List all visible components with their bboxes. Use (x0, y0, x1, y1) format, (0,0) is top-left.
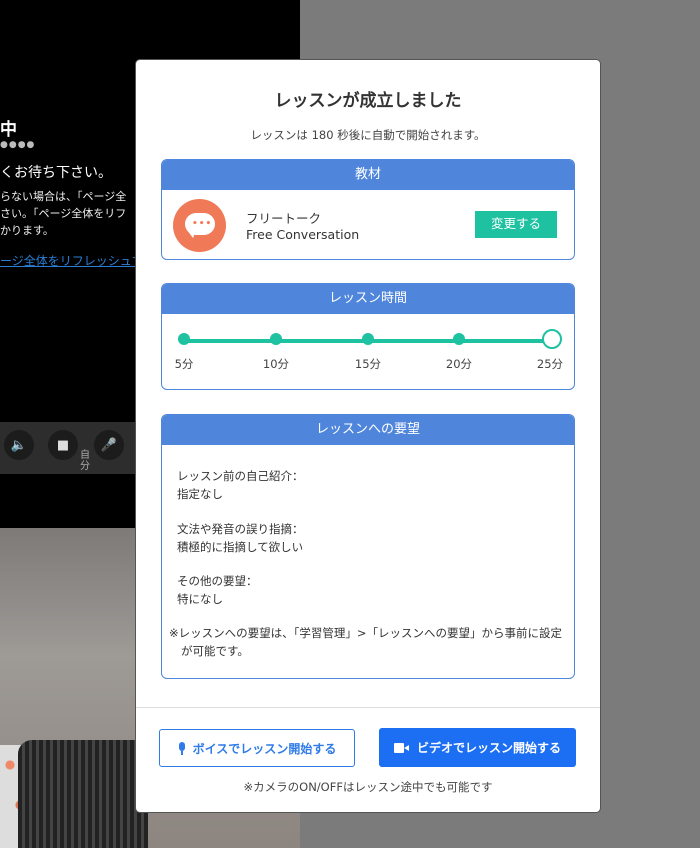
lesson-time-card: レッスン時間 5分 10分 15分 20分 25分 (161, 283, 575, 390)
connection-status-text: 中 (0, 120, 17, 140)
material-name-jp: フリートーク (246, 211, 322, 226)
requests-note-line: ※レッスンへの要望は、「学習管理」>「レッスンへの要望」から事前に設定 (169, 626, 563, 640)
microphone-icon[interactable]: 🎤 (94, 430, 124, 460)
bubble-dots: ••• (192, 219, 213, 229)
slider-handle-selected[interactable] (542, 329, 562, 349)
video-camera-icon (393, 742, 409, 753)
refresh-note: らない場合は、「ページ全 さい。「ページ全体をリフ かります。 (0, 188, 140, 239)
request-answer: 特になし (177, 592, 223, 606)
request-answer: 指定なし (177, 487, 223, 501)
preview-chair (18, 740, 148, 848)
slider-stop-15[interactable] (362, 333, 374, 345)
speech-bubble-icon: ••• (173, 199, 226, 252)
slider-stop-20[interactable] (453, 333, 465, 345)
camera-toggle-note: ※カメラのON/OFFはレッスン途中でも可能です (243, 780, 493, 794)
self-label: 自分 (80, 450, 90, 472)
change-material-button[interactable]: 変更する (475, 211, 557, 238)
lesson-time-header: レッスン時間 (162, 284, 574, 314)
material-card-header: 教材 (162, 160, 574, 190)
request-question: 文法や発音の誤り指摘： (177, 522, 304, 536)
voice-button-label: ボイスでレッスン開始する (192, 741, 337, 756)
dialog-divider (136, 707, 600, 708)
requests-settings-note: ※レッスンへの要望は、「学習管理」>「レッスンへの要望」から事前に設定 が可能で… (169, 624, 569, 660)
request-question: レッスン前の自己紹介： (177, 469, 304, 483)
request-answer: 積極的に指摘して欲しい (177, 540, 304, 554)
material-card: 教材 ••• フリートーク Free Conversation 変更する (161, 159, 575, 260)
microphone-icon (178, 741, 186, 755)
slider-label-5: 5分 (174, 357, 194, 371)
slider-label-15: 15分 (354, 357, 382, 371)
auto-start-countdown: レッスンは 180 秒後に自動で開始されます。 (250, 128, 486, 142)
refresh-page-link[interactable]: ージ全体をリフレッシュす (0, 252, 144, 269)
slider-label-25: 25分 (536, 357, 564, 371)
start-video-lesson-button[interactable]: ビデオでレッスン開始する (379, 728, 576, 767)
lesson-requests-card: レッスンへの要望 レッスン前の自己紹介： 指定なし 文法や発音の誤り指摘： 積極… (161, 414, 575, 679)
bubble-tail (187, 230, 196, 238)
refresh-note-line: かります。 (0, 224, 54, 237)
dialog-title: レッスンが成立しました (274, 91, 462, 111)
call-controls-bar: 🔈 ■ 🎤 自分 (0, 422, 136, 474)
lesson-matched-dialog: レッスンが成立しました レッスンは 180 秒後に自動で開始されます。 教材 •… (136, 60, 600, 812)
slider-stop-5[interactable] (178, 333, 190, 345)
refresh-note-line: さい。「ページ全体をリフ (0, 207, 127, 220)
material-name-en: Free Conversation (246, 227, 360, 242)
slider-label-10: 10分 (262, 357, 290, 371)
refresh-note-line: らない場合は、「ページ全 (0, 190, 127, 203)
lesson-requests-header: レッスンへの要望 (162, 415, 574, 445)
slider-stop-10[interactable] (270, 333, 282, 345)
camera-icon[interactable]: ■ (48, 430, 78, 460)
slider-label-20: 20分 (445, 357, 473, 371)
loading-dots: ●●●● (0, 140, 36, 150)
wait-message: くお待ち下さい。 (0, 165, 112, 181)
request-question: その他の要望： (177, 574, 258, 588)
speaker-icon[interactable]: 🔈 (4, 430, 34, 460)
start-voice-lesson-button[interactable]: ボイスでレッスン開始する (159, 729, 355, 767)
video-button-label: ビデオでレッスン開始する (416, 741, 561, 755)
requests-note-line: が可能です。 (181, 644, 249, 658)
